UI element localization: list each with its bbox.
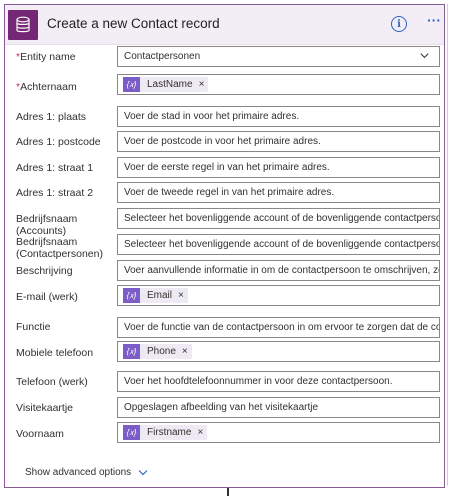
placeholder-text: Voer de eerste regel in van het primaire… bbox=[124, 162, 330, 173]
field-label-text: Bedrijfsnaam (Contactpersonen) bbox=[16, 236, 103, 260]
field-label-functie: Functie bbox=[16, 321, 116, 333]
field-input-adres-1-postcode[interactable]: Voer de postcode in voor het primaire ad… bbox=[117, 131, 440, 152]
field-input-adres-1-straat-1[interactable]: Voer de eerste regel in van het primaire… bbox=[117, 157, 440, 178]
chevron-down-icon[interactable] bbox=[420, 51, 429, 60]
field-label-text: Beschrijving bbox=[16, 265, 73, 277]
field-input-entity-name[interactable]: Contactpersonen bbox=[117, 46, 440, 67]
field-label-adres-1-plaats: Adres 1: plaats bbox=[16, 111, 116, 123]
expression-icon: {𝑥} bbox=[123, 77, 140, 92]
field-label-text: Adres 1: postcode bbox=[16, 136, 101, 148]
token-label: Firstname bbox=[147, 427, 192, 438]
field-label-entity-name: *Entity name bbox=[16, 51, 116, 63]
chevron-down-icon bbox=[138, 470, 148, 476]
field-input-mobiele-telefoon[interactable]: {𝑥} Phone × bbox=[117, 341, 440, 362]
field-label-text: Visitekaartje bbox=[16, 402, 74, 414]
placeholder-text: Voer de postcode in voor het primaire ad… bbox=[124, 136, 321, 147]
show-advanced-options-button[interactable]: Show advanced options bbox=[25, 467, 148, 478]
placeholder-text: Voer aanvullende informatie in om de con… bbox=[124, 265, 439, 276]
field-label-text: Bedrijfsnaam (Accounts) bbox=[16, 213, 78, 237]
placeholder-text: Opgeslagen afbeelding van het visitekaar… bbox=[124, 402, 319, 413]
placeholder-text: Selecteer het bovenliggende account of d… bbox=[124, 213, 439, 224]
scrollbar[interactable] bbox=[447, 4, 448, 486]
field-input-telefoon-werk[interactable]: Voer het hoofdtelefoonnummer in voor dez… bbox=[117, 371, 440, 392]
action-card: Create a new Contact record i ··· *Entit… bbox=[4, 4, 445, 488]
remove-token-icon[interactable]: × bbox=[199, 75, 205, 94]
field-input-bedrijfsnaam-accounts[interactable]: Selecteer het bovenliggende account of d… bbox=[117, 208, 440, 229]
field-label-adres-1-straat-2: Adres 1: straat 2 bbox=[16, 187, 116, 199]
field-label-text: Voornaam bbox=[16, 428, 64, 440]
token-label: Phone bbox=[147, 346, 176, 357]
field-label-bedrijfsnaam-contactpersonen: Bedrijfsnaam (Contactpersonen) bbox=[16, 236, 116, 260]
token-label: LastName bbox=[147, 79, 193, 90]
remove-token-icon[interactable]: × bbox=[197, 423, 203, 442]
dynamic-content-token[interactable]: {𝑥} Email × bbox=[123, 288, 188, 303]
placeholder-text: Voer de tweede regel in van het primaire… bbox=[124, 187, 335, 198]
field-label-text: Adres 1: straat 1 bbox=[16, 162, 94, 174]
field-label-text: Mobiele telefoon bbox=[16, 347, 94, 359]
flow-connector bbox=[227, 488, 229, 496]
placeholder-text: Selecteer het bovenliggende account of d… bbox=[124, 239, 439, 250]
field-label-text: Achternaam bbox=[20, 81, 77, 93]
expression-icon: {𝑥} bbox=[123, 425, 140, 440]
dynamic-content-token[interactable]: {𝑥} Firstname × bbox=[123, 423, 208, 442]
field-input-beschrijving[interactable]: Voer aanvullende informatie in om de con… bbox=[117, 260, 440, 281]
token-label: Email bbox=[147, 290, 173, 301]
field-input-e-mail-werk[interactable]: {𝑥} Email × bbox=[117, 285, 440, 306]
field-input-voornaam[interactable]: {𝑥} Firstname × bbox=[117, 422, 440, 443]
field-label-text: E-mail (werk) bbox=[16, 291, 78, 303]
field-label-text: Entity name bbox=[20, 51, 76, 63]
card-title: Create a new Contact record bbox=[47, 16, 220, 31]
card-header[interactable]: Create a new Contact record i ··· bbox=[5, 5, 444, 45]
field-label-visitekaartje: Visitekaartje bbox=[16, 402, 116, 414]
field-input-adres-1-straat-2[interactable]: Voer de tweede regel in van het primaire… bbox=[117, 182, 440, 203]
field-input-bedrijfsnaam-contactpersonen[interactable]: Selecteer het bovenliggende account of d… bbox=[117, 234, 440, 255]
remove-token-icon[interactable]: × bbox=[178, 286, 184, 305]
field-label-text: Functie bbox=[16, 321, 51, 333]
field-label-bedrijfsnaam-accounts: Bedrijfsnaam (Accounts) bbox=[16, 213, 116, 237]
more-dots-icon[interactable]: ··· bbox=[425, 12, 443, 32]
field-label-achternaam: *Achternaam bbox=[16, 81, 116, 93]
field-label-text: Adres 1: straat 2 bbox=[16, 187, 94, 199]
field-label-telefoon-werk: Telefoon (werk) bbox=[16, 376, 116, 388]
advanced-label: Show advanced options bbox=[25, 467, 132, 478]
expression-icon: {𝑥} bbox=[123, 288, 140, 303]
field-label-adres-1-straat-1: Adres 1: straat 1 bbox=[16, 162, 116, 174]
database-icon bbox=[8, 10, 38, 40]
field-label-text: Telefoon (werk) bbox=[16, 376, 88, 388]
placeholder-text: Voer de functie van de contactpersoon in… bbox=[124, 322, 439, 333]
field-input-visitekaartje[interactable]: Opgeslagen afbeelding van het visitekaar… bbox=[117, 397, 440, 418]
field-input-adres-1-plaats[interactable]: Voer de stad in voor het primaire adres. bbox=[117, 106, 440, 127]
field-input-achternaam[interactable]: {𝑥} LastName × bbox=[117, 74, 440, 95]
dropdown-value: Contactpersonen bbox=[124, 51, 201, 62]
field-input-functie[interactable]: Voer de functie van de contactpersoon in… bbox=[117, 317, 440, 338]
field-label-adres-1-postcode: Adres 1: postcode bbox=[16, 136, 116, 148]
placeholder-text: Voer de stad in voor het primaire adres. bbox=[124, 111, 300, 122]
dynamic-content-token[interactable]: {𝑥} Phone × bbox=[123, 344, 192, 359]
field-label-text: Adres 1: plaats bbox=[16, 111, 87, 123]
dynamic-content-token[interactable]: {𝑥} LastName × bbox=[123, 75, 209, 94]
remove-token-icon[interactable]: × bbox=[182, 342, 188, 361]
field-label-e-mail-werk: E-mail (werk) bbox=[16, 291, 116, 303]
field-label-voornaam: Voornaam bbox=[16, 428, 116, 440]
field-label-beschrijving: Beschrijving bbox=[16, 265, 116, 277]
expression-icon: {𝑥} bbox=[123, 344, 140, 359]
field-label-mobiele-telefoon: Mobiele telefoon bbox=[16, 347, 116, 359]
placeholder-text: Voer het hoofdtelefoonnummer in voor dez… bbox=[124, 376, 393, 387]
info-icon[interactable]: i bbox=[391, 16, 407, 32]
